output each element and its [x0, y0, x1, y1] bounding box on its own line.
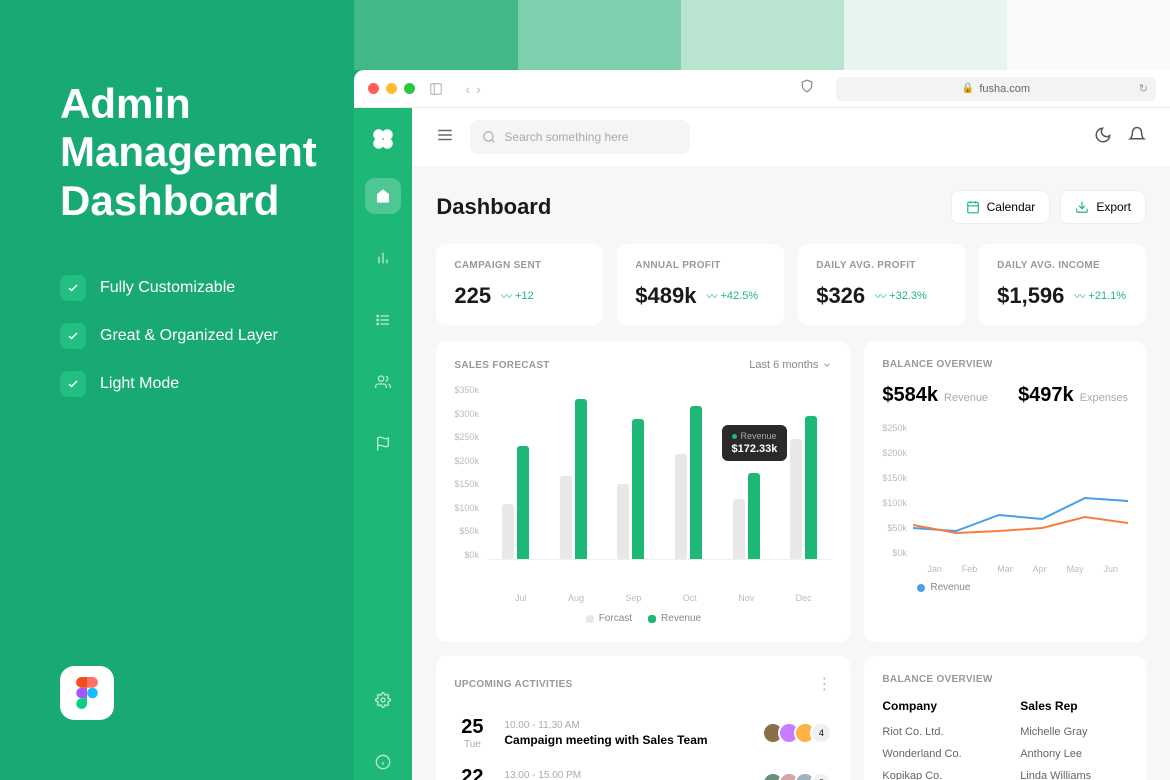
- nav-info[interactable]: [365, 744, 401, 780]
- nav-dashboard[interactable]: [365, 178, 401, 214]
- nav-settings[interactable]: [365, 682, 401, 718]
- overview-table-panel: BALANCE OVERVIEW Company Riot Co. Ltd. W…: [864, 656, 1146, 780]
- promo-feature: Fully Customizable: [60, 275, 354, 301]
- moon-icon: [1094, 126, 1112, 144]
- browser-chrome: ‹ › 🔒fusha.com↻: [354, 70, 1170, 108]
- nav-list[interactable]: [365, 302, 401, 338]
- search-input[interactable]: Search something here: [470, 120, 690, 154]
- stat-daily-avg-income: DAILY AVG. INCOME $1,596〰+21.1%: [979, 244, 1146, 325]
- sidebar: [354, 108, 412, 780]
- stat-campaign-sent: CAMPAIGN SENT 225〰+12: [436, 244, 603, 325]
- chevron-down-icon: [822, 360, 832, 370]
- back-button[interactable]: ‹: [465, 81, 470, 97]
- address-bar[interactable]: 🔒fusha.com↻: [836, 77, 1156, 101]
- promo-feature: Light Mode: [60, 371, 354, 397]
- trend-up-icon: 〰+42.5%: [706, 288, 758, 304]
- line-chart: [913, 423, 1128, 558]
- search-icon: [482, 130, 496, 144]
- download-icon: [1075, 200, 1089, 214]
- avatar-count: 4: [810, 722, 832, 744]
- minimize-button[interactable]: [386, 83, 397, 94]
- stat-annual-profit: ANNUAL PROFIT $489k〰+42.5%: [617, 244, 784, 325]
- activity-item[interactable]: 25Tue 10.00 - 11.30 AMCampaign meeting w…: [454, 708, 832, 758]
- trend-up-icon: 〰+12: [501, 288, 534, 304]
- calendar-button[interactable]: Calendar: [951, 190, 1051, 224]
- menu-toggle[interactable]: [436, 126, 454, 149]
- activity-item[interactable]: 22Tue 13.00 - 15.00 PMAdding new product…: [454, 758, 832, 780]
- range-select[interactable]: Last 6 months: [749, 359, 832, 371]
- chart-tooltip: Revenue $172.33k: [722, 425, 788, 461]
- upcoming-activities-panel: UPCOMING ACTIVITIES ⋮ 25Tue 10.00 - 11.3…: [436, 656, 850, 780]
- notifications-button[interactable]: [1128, 126, 1146, 149]
- export-button[interactable]: Export: [1060, 190, 1146, 224]
- calendar-icon: [966, 200, 980, 214]
- promo-feature: Great & Organized Layer: [60, 323, 354, 349]
- page-title: Dashboard: [436, 194, 551, 220]
- sales-forecast-panel: SALES FORECAST Last 6 months $350k$300k$…: [436, 341, 850, 642]
- topbar: Search something here: [412, 108, 1170, 166]
- more-icon[interactable]: ⋮: [816, 674, 832, 694]
- close-button[interactable]: [368, 83, 379, 94]
- nav-analytics[interactable]: [365, 240, 401, 276]
- bar-chart: Revenue $172.33k: [487, 385, 832, 560]
- avatar-count: 5: [810, 772, 832, 780]
- figma-icon: [60, 666, 114, 720]
- balance-overview-panel: BALANCE OVERVIEW $584kRevenue $497kExpen…: [864, 341, 1146, 642]
- table-cell: Kopikap Co.: [882, 765, 990, 780]
- app-logo[interactable]: [370, 126, 396, 152]
- table-cell: Riot Co. Ltd.: [882, 721, 990, 743]
- sidebar-toggle-icon[interactable]: [429, 82, 443, 96]
- table-cell: Michelle Gray: [1020, 721, 1128, 743]
- table-cell: Wonderland Co.: [882, 743, 990, 765]
- table-cell: Linda Williams: [1020, 765, 1128, 780]
- nav-flag[interactable]: [365, 426, 401, 462]
- nav-users[interactable]: [365, 364, 401, 400]
- bell-icon: [1128, 126, 1146, 144]
- trend-up-icon: 〰+21.1%: [1074, 288, 1126, 304]
- privacy-shield-icon[interactable]: [800, 79, 814, 98]
- check-icon: [60, 323, 86, 349]
- trend-up-icon: 〰+32.3%: [875, 288, 927, 304]
- theme-toggle[interactable]: [1094, 126, 1112, 149]
- refresh-icon[interactable]: ↻: [1139, 82, 1148, 95]
- forward-button[interactable]: ›: [476, 81, 481, 97]
- table-cell: Anthony Lee: [1020, 743, 1128, 765]
- stat-daily-avg-profit: DAILY AVG. PROFIT $326〰+32.3%: [798, 244, 965, 325]
- check-icon: [60, 371, 86, 397]
- maximize-button[interactable]: [404, 83, 415, 94]
- check-icon: [60, 275, 86, 301]
- promo-title: Admin Management Dashboard: [60, 80, 354, 225]
